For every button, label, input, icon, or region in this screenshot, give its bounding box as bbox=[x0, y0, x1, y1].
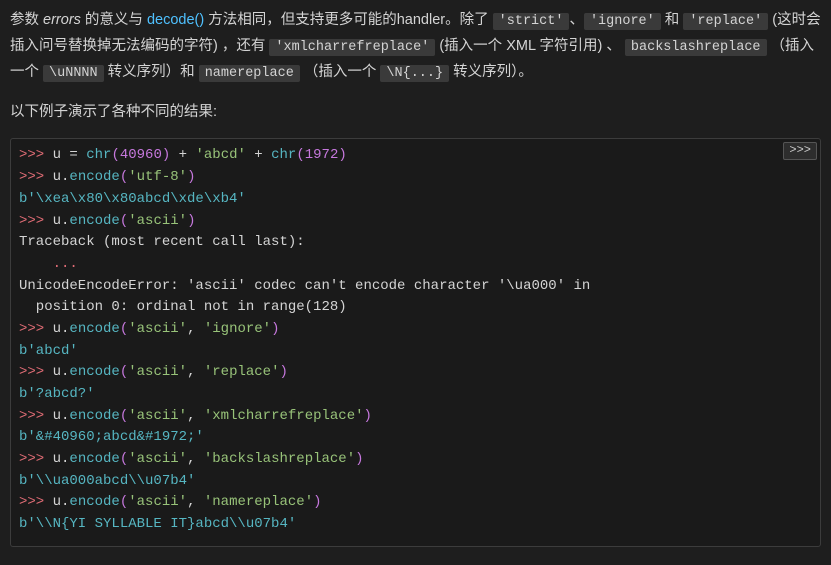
copy-button[interactable]: >>> bbox=[783, 142, 817, 160]
code-namereplace: namereplace bbox=[199, 65, 300, 82]
code-line: >>> u.encode('ascii', 'replace') bbox=[19, 362, 812, 384]
text: (插入一个 XML 字符引用) 、 bbox=[435, 38, 625, 54]
code-line: >>> u.encode('utf-8') bbox=[19, 167, 812, 189]
text: 、 bbox=[569, 12, 584, 28]
prompt: >>> bbox=[19, 169, 53, 185]
text: （插入一个 bbox=[300, 64, 381, 80]
text: 转义序列）。 bbox=[449, 64, 533, 80]
code-strict: 'strict' bbox=[493, 13, 570, 30]
prompt: >>> bbox=[19, 147, 53, 163]
code-line: >>> u.encode('ascii', 'xmlcharrefreplace… bbox=[19, 406, 812, 428]
text: 参数 bbox=[10, 12, 43, 28]
code-ignore: 'ignore' bbox=[584, 13, 661, 30]
code-line: >>> u.encode('ascii') bbox=[19, 211, 812, 233]
traceback-line: Traceback (most recent call last): bbox=[19, 232, 812, 254]
prompt: >>> bbox=[19, 408, 53, 424]
code-line: >>> u = chr(40960) + 'abcd' + chr(1972) bbox=[19, 145, 812, 167]
text: 的意义与 bbox=[81, 12, 147, 28]
output-line: b'\xea\x80\x80abcd\xde\xb4' bbox=[19, 189, 812, 211]
code-line: >>> u.encode('ascii', 'namereplace') bbox=[19, 492, 812, 514]
decode-link[interactable]: decode() bbox=[147, 12, 204, 28]
output-line: b'\\N{YI SYLLABLE IT}abcd\\u07b4' bbox=[19, 514, 812, 536]
prompt: >>> bbox=[19, 364, 53, 380]
code-unnnn: \uNNNN bbox=[43, 65, 104, 82]
code-line: >>> u.encode('ascii', 'ignore') bbox=[19, 319, 812, 341]
prompt: >>> bbox=[19, 451, 53, 467]
output-line: b'&#40960;abcd&#1972;' bbox=[19, 427, 812, 449]
text: 方法相同，但支持更多可能的handler。除了 bbox=[204, 12, 492, 28]
code-nbrace: \N{...} bbox=[380, 65, 449, 82]
intro-paragraph: 参数 errors 的意义与 decode() 方法相同，但支持更多可能的han… bbox=[10, 8, 821, 86]
code-xmlcharrefreplace: 'xmlcharrefreplace' bbox=[269, 39, 435, 56]
text: 和 bbox=[661, 12, 684, 28]
output-line: b'abcd' bbox=[19, 341, 812, 363]
output-line: b'\\ua000abcd\\u07b4' bbox=[19, 471, 812, 493]
example-lead: 以下例子演示了各种不同的结果: bbox=[10, 100, 821, 125]
text: 转义序列）和 bbox=[104, 64, 199, 80]
code-replace: 'replace' bbox=[683, 13, 768, 30]
code-backslashreplace: backslashreplace bbox=[625, 39, 767, 56]
prompt: >>> bbox=[19, 321, 53, 337]
traceback-line: ... bbox=[19, 254, 812, 276]
traceback-line: UnicodeEncodeError: 'ascii' codec can't … bbox=[19, 276, 812, 298]
output-line: b'?abcd?' bbox=[19, 384, 812, 406]
code-line: >>> u.encode('ascii', 'backslashreplace'… bbox=[19, 449, 812, 471]
prompt: >>> bbox=[19, 213, 53, 229]
errors-em: errors bbox=[43, 12, 81, 28]
traceback-line: position 0: ordinal not in range(128) bbox=[19, 297, 812, 319]
code-example: >>> >>> u = chr(40960) + 'abcd' + chr(19… bbox=[10, 138, 821, 546]
prompt: >>> bbox=[19, 494, 53, 510]
